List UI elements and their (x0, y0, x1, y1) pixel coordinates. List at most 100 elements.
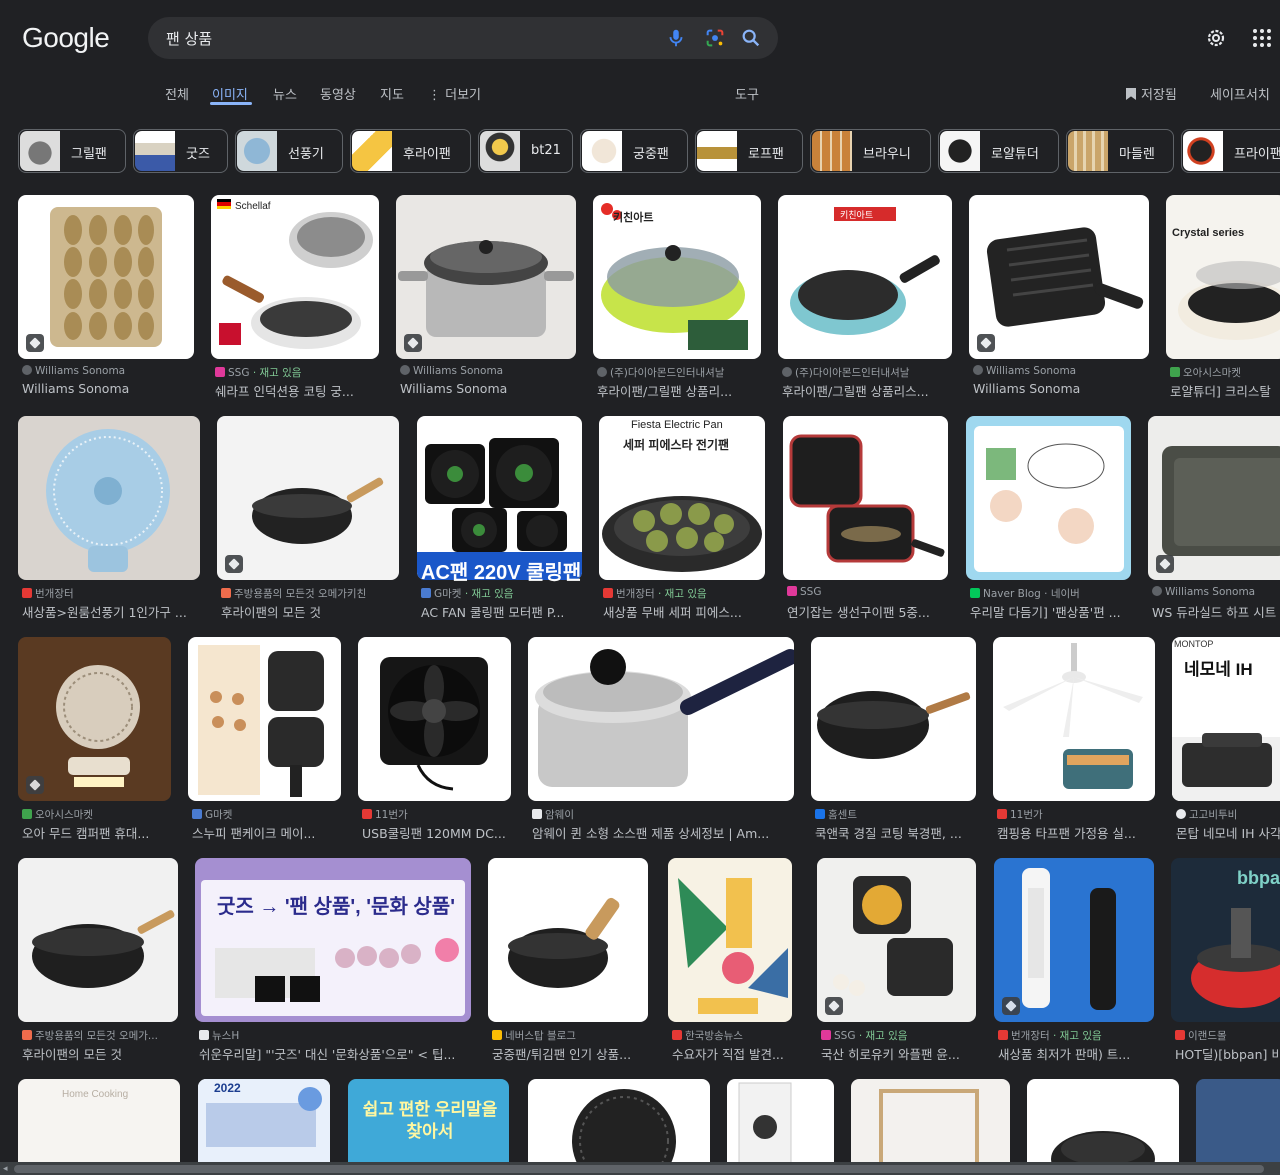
chip-madeleine[interactable]: 마들렌 (1066, 129, 1174, 173)
result-title[interactable]: 오아 무드 캠퍼팬 휴대... (22, 823, 171, 842)
result-title[interactable]: 로얄튜더] 크리스탈 (1170, 381, 1280, 400)
product-tag-icon (26, 334, 44, 352)
source-favicon (532, 809, 542, 819)
chip-loaf-pan[interactable]: 로프팬 (695, 129, 803, 173)
result-thumbnail (18, 195, 194, 359)
brand-text: 키친아트 (613, 212, 654, 224)
result-source: 번개장터 · 재고 있음 (998, 1028, 1154, 1043)
chip-goods[interactable]: 굿즈 (133, 129, 228, 173)
tools-button[interactable]: 도구 (735, 84, 759, 103)
chip-royal-tudor[interactable]: 로얄튜더 (938, 129, 1059, 173)
result-thumbnail (811, 637, 976, 801)
safesearch-button[interactable]: 세이프서치 (1210, 84, 1270, 103)
result-title[interactable]: 새상품 최저가 판매) 트... (998, 1044, 1154, 1063)
chip-frypan[interactable]: 프라이팬 (1181, 129, 1280, 173)
chip-wok[interactable]: 궁중팬 (580, 129, 688, 173)
chip-fan[interactable]: 선풍기 (235, 129, 343, 173)
result-title[interactable]: 우리말 다듬기] '팬상품'편 ... (970, 602, 1131, 621)
result-title[interactable]: AC FAN 쿨링팬 모터팬 P... (421, 602, 582, 621)
result-title[interactable]: Williams Sonoma (22, 381, 194, 396)
google-logo[interactable]: Google (22, 22, 110, 54)
result-title[interactable]: 암웨이 퀸 소형 소스팬 제품 상세정보 | Am... (532, 823, 794, 842)
result-title[interactable]: 수요자가 직접 발견... (672, 1044, 792, 1063)
saved-button[interactable]: 저장됨 (1126, 84, 1177, 103)
usb-cooling-fan-image (380, 657, 488, 791)
search-input[interactable]: 팬 상품 (166, 28, 212, 49)
result-thumbnail (1196, 1079, 1280, 1175)
settings-gear-icon[interactable] (1204, 26, 1228, 50)
result-source: SSG · 재고 있음 (821, 1028, 976, 1043)
result-title[interactable]: 후라이팬의 모든 것 (22, 1044, 178, 1063)
result-title[interactable]: 쿡앤쿡 경질 코팅 북경팬, ... (815, 823, 976, 842)
image-caption: Home Cooking (62, 1089, 129, 1100)
result-title[interactable]: 후라이팬/그릴팬 상품리스... (782, 381, 952, 400)
result-title[interactable]: 스누피 팬케이크 메이... (192, 823, 341, 842)
result-title[interactable]: WS 듀라실드 하프 시트 (1152, 602, 1280, 621)
result-source: 주방용품의 모든것 오메가... (22, 1028, 178, 1043)
result-thumbnail (358, 637, 511, 801)
illustration-image (974, 426, 1124, 572)
chip-thumbnail (135, 131, 175, 171)
result-title[interactable]: HOT딜)[bbpan] 비 (1175, 1044, 1280, 1063)
result-thumbnail (969, 195, 1149, 359)
result-title[interactable]: 후라이팬/그릴팬 상품리... (597, 381, 761, 400)
result-title[interactable]: 몬탑 네모네 IH 사각 (1176, 823, 1280, 842)
result-source: 번개장터 (22, 586, 200, 601)
result-title[interactable]: USB쿨링팬 120MM DC... (362, 823, 511, 842)
chip-thumbnail (582, 131, 622, 171)
tab-videos[interactable]: 동영상 (320, 84, 356, 103)
product-name: 네모네 IH (1184, 660, 1253, 679)
chip-bt21[interactable]: bt21 (478, 129, 573, 173)
search-box[interactable]: 팬 상품 (148, 17, 778, 59)
scroll-left-arrow-icon[interactable]: ◂ (3, 1163, 8, 1174)
result-title[interactable]: Williams Sonoma (973, 381, 1149, 396)
scrollbar-thumb[interactable] (14, 1165, 1264, 1173)
tab-all[interactable]: 전체 (165, 84, 189, 103)
brand-text: MONTOP (1174, 639, 1214, 649)
result-title[interactable]: 쉬운우리말] "'굿즈' 대신 '문화상품'으로" < 팁... (199, 1044, 471, 1063)
year-text: 2022 (214, 1081, 241, 1095)
chip-brownie[interactable]: 브라우니 (810, 129, 931, 173)
result-title[interactable]: 연기잡는 생선구이팬 5중... (787, 602, 948, 621)
result-title[interactable]: 쉐라프 인덕션용 코팅 궁... (215, 381, 379, 400)
tab-more[interactable]: ⋮ 더보기 (428, 84, 481, 103)
source-favicon (782, 367, 792, 377)
result-thumbnail (668, 858, 792, 1022)
chip-thumbnail (237, 131, 277, 171)
tab-maps[interactable]: 지도 (380, 84, 404, 103)
result-thumbnail (18, 416, 200, 580)
banner-text: 쉽고 편한 우리말을 찾아서 (362, 1100, 498, 1141)
lens-icon[interactable] (704, 27, 726, 49)
result-thumbnail (1148, 416, 1280, 580)
search-nav-tabs: 전체 이미지 뉴스 동영상 지도 ⋮ 더보기 도구 저장됨 세이프서치 (0, 80, 1280, 106)
result-title[interactable]: 새상품>원룸선풍기 1인가구 ... (22, 602, 200, 621)
result-title[interactable]: 새상품 무배 세퍼 피에스... (603, 602, 765, 621)
tab-news[interactable]: 뉴스 (273, 84, 297, 103)
result-title[interactable]: 후라이팬의 모든 것 (221, 602, 399, 621)
source-favicon (400, 365, 410, 375)
tab-images[interactable]: 이미지 (212, 84, 248, 103)
result-source: 네버스탑 블로그 (492, 1028, 648, 1043)
source-favicon (215, 367, 225, 377)
result-thumbnail (195, 858, 471, 1022)
result-title[interactable]: 궁중팬/튀김팬 인기 상품... (492, 1044, 648, 1063)
source-favicon (973, 365, 983, 375)
chip-frying-pan[interactable]: 후라이팬 (350, 129, 471, 173)
source-favicon (1170, 367, 1180, 377)
horizontal-scrollbar[interactable]: ◂ (0, 1162, 1280, 1175)
apps-grid-icon[interactable] (1250, 26, 1274, 50)
microphone-icon[interactable] (665, 27, 687, 49)
result-source: Naver Blog · 네이버 (970, 586, 1131, 601)
search-icon[interactable] (740, 27, 762, 49)
product-name-en: Fiesta Electric Pan (631, 419, 723, 431)
result-title[interactable]: 국산 히로유키 와플팬 윤... (821, 1044, 976, 1063)
result-thumbnail (1027, 1079, 1179, 1175)
result-title[interactable]: 캠핑용 타프팬 가정용 실... (997, 823, 1155, 842)
result-title[interactable]: Williams Sonoma (400, 381, 576, 396)
result-thumbnail (188, 637, 341, 801)
result-thumbnail (1166, 195, 1280, 359)
result-source: G마켓 · 재고 있음 (421, 586, 582, 601)
small-wok-image (508, 897, 620, 988)
result-thumbnail (396, 195, 576, 359)
chip-grill-pan[interactable]: 그릴팬 (18, 129, 126, 173)
